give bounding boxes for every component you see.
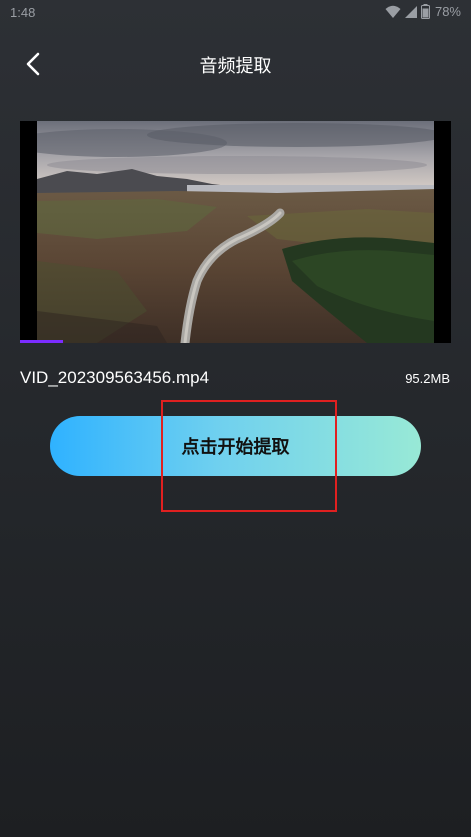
status-bar: 1:48 78%: [0, 0, 471, 26]
video-progress-bar: [20, 340, 64, 343]
battery-percentage: 78%: [434, 4, 461, 19]
page-title: 音频提取: [199, 56, 272, 77]
start-extract-button[interactable]: 点击开始提取: [50, 416, 421, 476]
start-extract-label: 点击开始提取: [181, 437, 290, 458]
signal-icon: [404, 5, 418, 19]
video-preview[interactable]: [20, 121, 451, 343]
video-thumbnail: [37, 121, 434, 343]
file-size: 95.2MB: [405, 371, 450, 386]
wifi-icon: [385, 5, 401, 19]
header: 音频提取: [0, 40, 471, 88]
file-name: VID_202309563456.mp4: [20, 368, 210, 387]
battery-icon: [420, 4, 430, 19]
status-icons: 78%: [385, 4, 461, 19]
status-time: 1:48: [10, 5, 36, 20]
audio-extract-screen: 1:48 78% 音频提取 VID_202309563456.mp4 95.2M…: [0, 0, 471, 837]
